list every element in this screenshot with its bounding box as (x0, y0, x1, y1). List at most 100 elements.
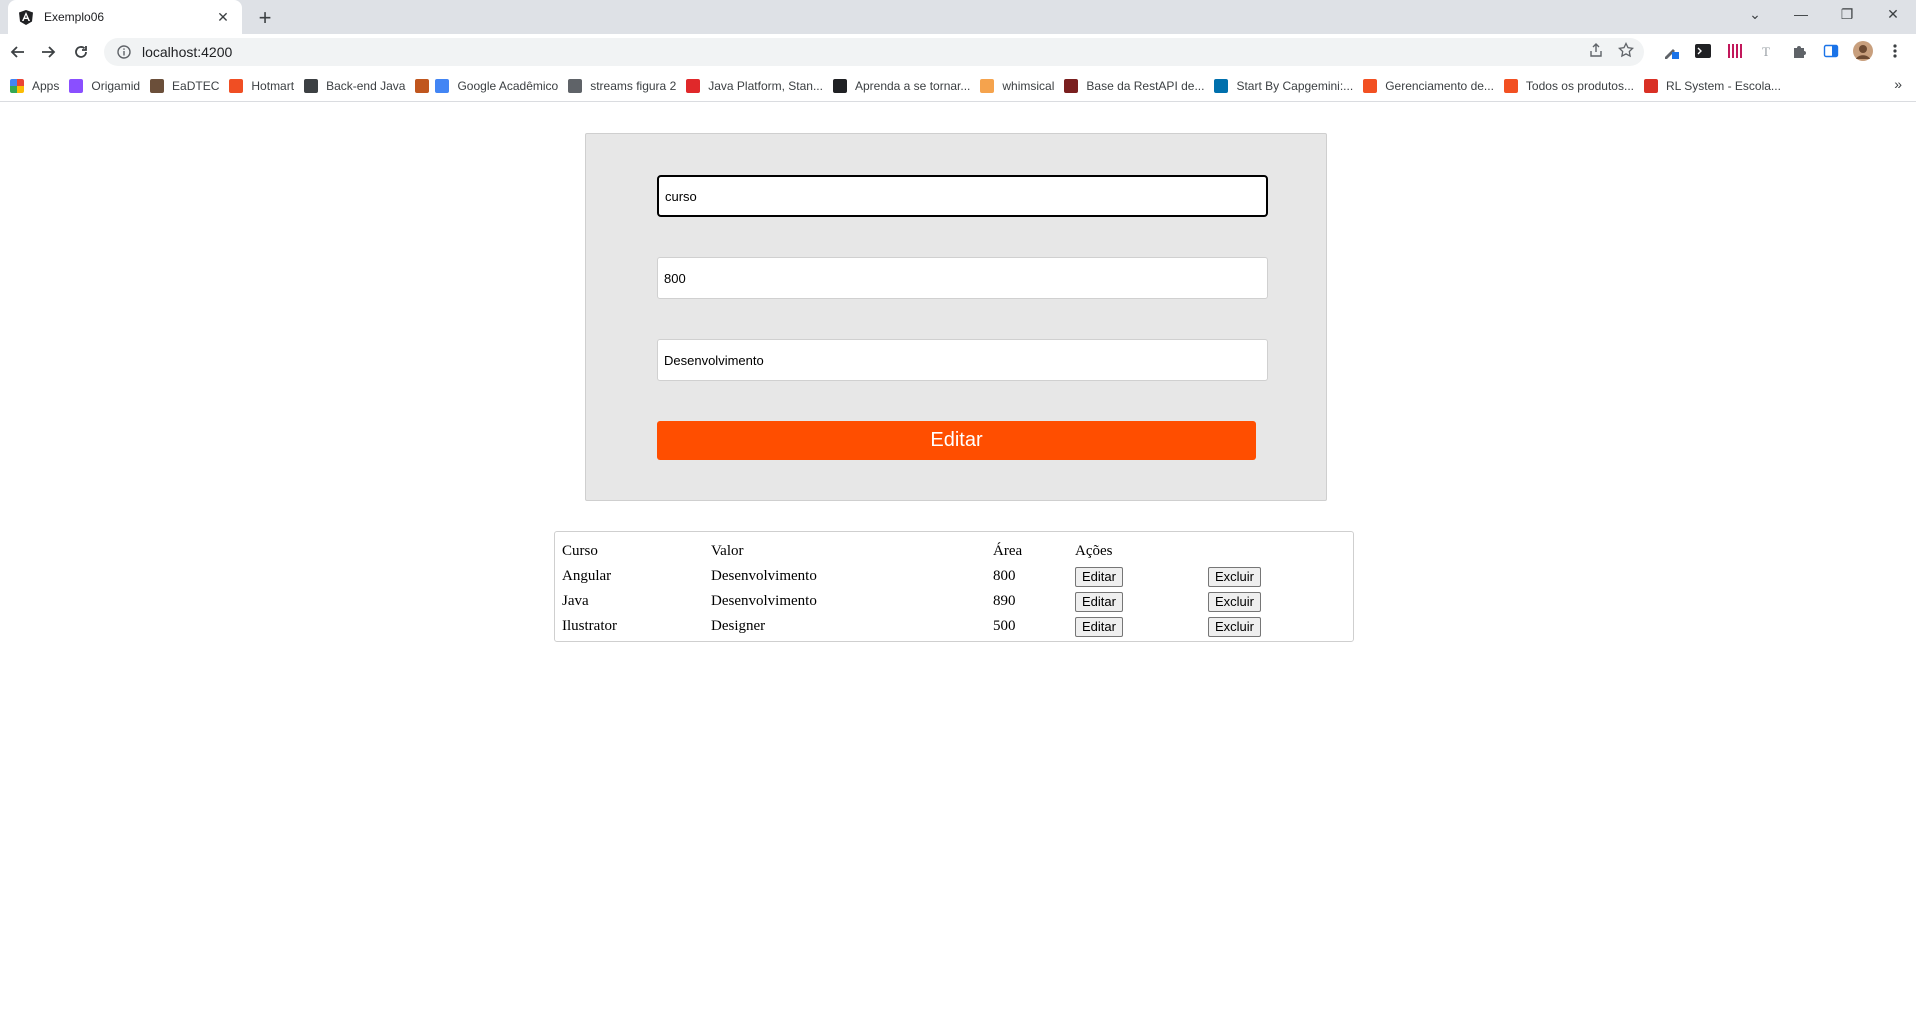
capgemini-icon (1214, 78, 1229, 93)
table-row: Angular Desenvolvimento 800 Editar Exclu… (562, 564, 1268, 589)
courses-table-container: Curso Valor Área Ações Angular Desenvolv… (554, 531, 1354, 642)
header-valor: Valor (711, 543, 744, 559)
butterfly-icon (415, 78, 430, 93)
share-icon[interactable] (1588, 42, 1604, 63)
bookmark-label: Base da RestAPI de... (1086, 78, 1205, 93)
bookmark-label: EaDTEC (172, 78, 220, 93)
bookmark-label: RL System - Escola... (1666, 78, 1781, 93)
puzzle-extensions-icon[interactable] (1788, 40, 1810, 62)
bookmark-item[interactable]: Google Acadêmico (433, 74, 566, 98)
bookmark-item[interactable]: Aprenda a se tornar... (831, 74, 978, 98)
header-acoes: Ações (1075, 543, 1113, 559)
row-delete-button[interactable]: Excluir (1208, 566, 1262, 587)
header-area: Área (993, 543, 1023, 559)
bookmark-label: Hotmart (251, 78, 295, 93)
angular-icon (18, 9, 34, 25)
cell-area: 800 (993, 568, 1016, 584)
cell-valor: Desenvolvimento (711, 593, 817, 609)
contact-card-icon (304, 78, 319, 93)
cell-valor: Designer (711, 618, 766, 634)
row-edit-button[interactable]: Editar (1075, 566, 1123, 587)
bookmark-label: Origamid (91, 78, 141, 93)
whimsical-icon (980, 78, 995, 93)
bookmark-item[interactable]: Origamid (67, 74, 148, 98)
eadtec-icon (150, 78, 165, 93)
bookmark-label: Apps (32, 78, 60, 93)
site-info-icon[interactable] (116, 44, 132, 60)
new-tab-icon[interactable]: + (252, 5, 278, 31)
cell-area: 890 (993, 593, 1016, 609)
browser-tab[interactable]: Exemplo06 ✕ (8, 0, 242, 34)
microsoft-icon (1363, 78, 1378, 93)
row-delete-button[interactable]: Excluir (1208, 591, 1262, 612)
window-close-icon[interactable]: ✕ (1870, 0, 1916, 28)
close-tab-icon[interactable]: ✕ (214, 8, 232, 26)
bookmark-label: Gerenciamento de... (1385, 78, 1494, 93)
bookmark-item[interactable]: Gerenciamento de... (1361, 74, 1502, 98)
course-price-input[interactable] (657, 257, 1268, 299)
bookmark-item[interactable]: Apps (8, 74, 67, 98)
tab-strip: Exemplo06 ✕ + ⌄ — ❐ ✕ (0, 0, 1916, 34)
table-row: Ilustrator Designer 500 Editar Excluir (562, 614, 1268, 639)
course-name-input[interactable] (657, 175, 1268, 217)
bookmark-label: Aprenda a se tornar... (854, 78, 971, 93)
rls-icon (1644, 78, 1658, 93)
origamid-icon (69, 78, 84, 93)
reload-icon[interactable] (68, 39, 94, 65)
table-row: Java Desenvolvimento 890 Editar Excluir (562, 589, 1268, 614)
forward-arrow-icon[interactable] (36, 39, 62, 65)
terminal-extension-icon[interactable] (1692, 40, 1714, 62)
tab-title: Exemplo06 (44, 10, 105, 24)
bookmark-label: streams figura 2 (590, 78, 677, 93)
bookmark-item[interactable]: whimsical (978, 74, 1062, 98)
header-curso: Curso (562, 543, 598, 559)
edit-submit-button[interactable]: Editar (657, 421, 1256, 460)
globe-icon (568, 78, 583, 93)
courses-table: Curso Valor Área Ações Angular Desenvolv… (562, 539, 1268, 639)
profile-avatar[interactable] (1852, 40, 1874, 62)
back-arrow-icon[interactable] (4, 39, 30, 65)
barcode-extension-icon[interactable] (1724, 40, 1746, 62)
hotmart-icon (229, 78, 244, 93)
apps-grid-icon (10, 78, 24, 93)
oracle-icon (686, 78, 701, 93)
bookmark-item[interactable]: RL System - Escola... (1642, 74, 1789, 98)
microsoft-icon (1503, 78, 1518, 93)
cell-curso: Angular (562, 568, 612, 584)
more-bookmarks-icon[interactable]: » (1894, 76, 1902, 92)
eyedropper-extension-icon[interactable] (1660, 40, 1682, 62)
cell-valor: Desenvolvimento (711, 568, 817, 584)
bookmark-item[interactable]: Java Platform, Stan... (684, 74, 831, 98)
row-delete-button[interactable]: Excluir (1208, 616, 1262, 637)
bookmark-star-icon[interactable] (1617, 41, 1635, 63)
course-form: Editar (585, 133, 1327, 501)
bookmark-label: Google Acadêmico (457, 78, 559, 93)
chrome-menu-icon[interactable] (1884, 40, 1906, 62)
bookmark-item[interactable]: streams figura 2 (566, 74, 684, 98)
bookmark-item[interactable]: Todos os produtos... (1502, 74, 1642, 98)
bookmark-item[interactable]: EaDTEC (148, 74, 227, 98)
minimize-icon[interactable]: — (1778, 0, 1824, 28)
bookmark-item[interactable]: Base da RestAPI de... (1062, 74, 1212, 98)
row-edit-button[interactable]: Editar (1075, 591, 1123, 612)
row-edit-button[interactable]: Editar (1075, 616, 1123, 637)
side-panel-icon[interactable] (1820, 40, 1842, 62)
extensions-area: T (1660, 40, 1906, 62)
r-square-icon (832, 78, 847, 93)
text-extension-icon[interactable]: T (1756, 40, 1778, 62)
address-bar[interactable]: localhost:4200 (104, 38, 1644, 66)
tab-search-icon[interactable]: ⌄ (1732, 0, 1778, 28)
bookmark-item[interactable]: Back-end Java (302, 74, 413, 98)
bookmark-item[interactable] (413, 74, 433, 98)
scholar-cap-icon (435, 78, 450, 93)
svg-text:T: T (1762, 44, 1770, 59)
bookmark-item[interactable]: Start By Capgemini:... (1212, 74, 1361, 98)
bookmark-item[interactable]: Hotmart (227, 74, 302, 98)
cell-curso: Java (562, 593, 589, 609)
table-header-row: Curso Valor Área Ações (562, 539, 1268, 564)
bookmark-label: whimsical (1002, 78, 1055, 93)
restore-icon[interactable]: ❐ (1824, 0, 1870, 28)
course-area-input[interactable] (657, 339, 1268, 381)
restapi-icon (1064, 78, 1079, 93)
cell-area: 500 (993, 618, 1016, 634)
